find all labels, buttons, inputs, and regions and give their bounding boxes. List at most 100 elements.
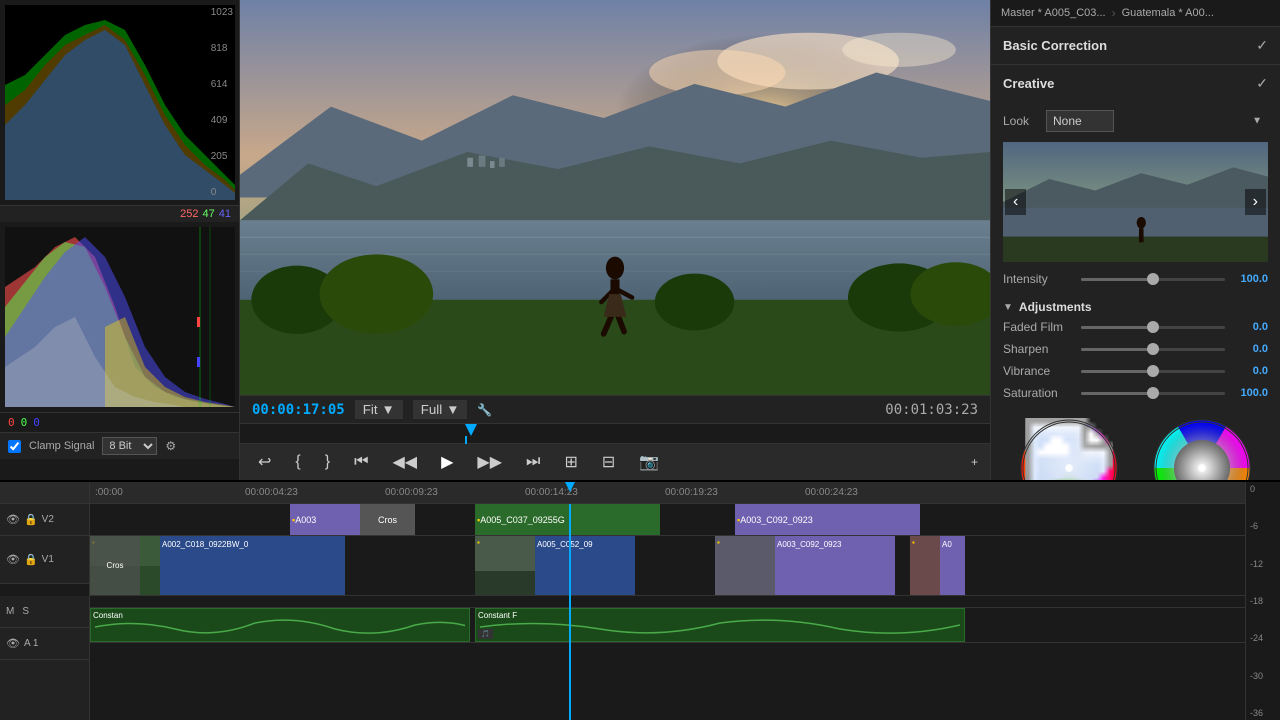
hist-label-0: 0	[211, 187, 233, 198]
faded-film-label: Faded Film	[1003, 320, 1073, 334]
sharpen-slider[interactable]	[1081, 348, 1225, 351]
clip-a005-c037-label: A005_C037_09255G	[480, 515, 565, 525]
audio-waveform-1	[95, 611, 465, 639]
adjustments-header[interactable]: ▼ Adjustments	[1003, 294, 1268, 320]
settings-icon[interactable]: ⚙	[165, 439, 176, 453]
timeline-ruler[interactable]: :00:00 00:00:04:23 00:00:09:23 00:00:14:…	[90, 482, 1245, 504]
db-0: 0	[1250, 484, 1276, 494]
track-separator	[90, 596, 1245, 608]
ruler-mark-2: 00:00:09:23	[385, 487, 438, 498]
look-preview-thumbnail: ‹ ›	[1003, 142, 1268, 262]
bit-depth-select[interactable]: 8 Bit 16 Bit 32 Bit	[102, 437, 157, 455]
cross-dissolve-label: Cros	[378, 515, 397, 525]
highlight-tint-wheel-container: Highlight Tint	[1152, 418, 1252, 480]
lock-v1-icon[interactable]: 🔒	[24, 553, 38, 566]
overwrite-button[interactable]: ⊟	[596, 450, 621, 474]
quality-chevron-icon: ▼	[446, 402, 459, 417]
shadow-tint-wheel[interactable]	[1019, 418, 1119, 480]
look-prev-button[interactable]: ‹	[1005, 189, 1026, 215]
track-content-area: ▪ A003 Cros ▪ A005_C037_09255G ▪ A003_C0…	[90, 504, 1245, 720]
hist-label-1023: 1023	[211, 7, 233, 18]
faded-film-thumb[interactable]	[1147, 321, 1159, 333]
saturation-row: Saturation 100.0	[1003, 386, 1268, 400]
playhead-line	[465, 436, 467, 444]
faded-film-fill	[1081, 326, 1153, 329]
highlight-tint-wheel[interactable]	[1152, 418, 1252, 480]
intensity-label: Intensity	[1003, 272, 1073, 286]
playback-track[interactable]	[240, 423, 990, 443]
intensity-value: 100.0	[1233, 273, 1268, 285]
faded-film-value: 0.0	[1233, 321, 1268, 333]
intensity-fill	[1081, 278, 1153, 281]
insert-button[interactable]: ⊞	[558, 450, 583, 474]
step-forward-button[interactable]: ▶▶	[471, 450, 508, 474]
eye-a1-icon[interactable]: 👁	[6, 637, 20, 650]
clamp-signal-checkbox[interactable]	[8, 440, 21, 453]
vibrance-thumb[interactable]	[1147, 365, 1159, 377]
camera-button[interactable]: 📷	[633, 450, 665, 474]
saturation-fill	[1081, 392, 1153, 395]
settings-wrench-icon[interactable]: 🔧	[477, 403, 492, 417]
preview-controls-bar: 00:00:17:05 Fit ▼ Full ▼ 🔧 00:01:03:23	[240, 395, 990, 423]
clip-cross-dissolve-v2[interactable]: Cros	[360, 504, 415, 535]
sharpen-label: Sharpen	[1003, 342, 1073, 356]
basic-correction-header[interactable]: Basic Correction ✓	[991, 27, 1280, 64]
saturation-slider[interactable]	[1081, 392, 1225, 395]
look-select[interactable]: None Cinematic Warm Cool	[1046, 110, 1114, 132]
basic-correction-section: Basic Correction ✓	[991, 27, 1280, 65]
clip-a003-c092-v1[interactable]: ▪ A003_C092_0923	[715, 536, 895, 595]
step-back-button[interactable]: ◀◀	[387, 450, 424, 474]
fit-label: Fit	[363, 402, 378, 417]
transport-bar: ↩ { } ⏮ ◀◀ ▶ ▶▶ ⏭ ⊞ ⊟ 📷 +	[240, 443, 990, 480]
quality-button[interactable]: Full ▼	[413, 400, 468, 419]
rgb-value-display: 252	[180, 208, 198, 220]
mark-in-button[interactable]: {	[289, 451, 306, 473]
intensity-slider[interactable]	[1081, 278, 1225, 281]
master-sequence-label[interactable]: Master * A005_C03...	[1001, 7, 1106, 19]
bottom-controls: Clamp Signal 8 Bit 16 Bit 32 Bit ⚙	[0, 432, 239, 459]
fit-chevron-icon: ▼	[382, 402, 395, 417]
lock-v2-icon[interactable]: 🔒	[24, 513, 38, 526]
clip-a003-right-v2[interactable]: ▪ A003_C092_0923	[735, 504, 920, 535]
fast-forward-button[interactable]: ⏭	[520, 451, 546, 473]
sharpen-value: 0.0	[1233, 343, 1268, 355]
creative-header[interactable]: Creative ✓	[991, 65, 1280, 102]
vibrance-slider[interactable]	[1081, 370, 1225, 373]
vibrance-value: 0.0	[1233, 365, 1268, 377]
ruler-spacer	[0, 482, 89, 504]
clip-a005-c052-v1[interactable]: ▪ A005_C052_09	[475, 536, 635, 595]
look-next-button[interactable]: ›	[1245, 189, 1266, 215]
saturation-thumb[interactable]	[1147, 387, 1159, 399]
intensity-thumb[interactable]	[1147, 273, 1159, 285]
audio-clip-2-label: Constant F	[478, 611, 517, 620]
eye-v1-icon[interactable]: 👁	[6, 553, 20, 566]
rgb-histogram: 1023 818 614 409 205 0	[5, 5, 235, 200]
saturation-label: Saturation	[1003, 386, 1073, 400]
sharpen-thumb[interactable]	[1147, 343, 1159, 355]
video-preview	[240, 0, 990, 395]
track-label-v2: 👁 🔒 V2	[0, 504, 89, 536]
s-label: S	[22, 606, 29, 617]
left-panel: 1023 818 614 409 205 0 252 47 41	[0, 0, 240, 480]
rewind-button[interactable]: ⏮	[348, 451, 374, 473]
current-timecode: 00:00:17:05	[252, 402, 345, 418]
sequence-label[interactable]: Guatemala * A00...	[1122, 7, 1214, 19]
hist-label-614: 614	[211, 79, 233, 90]
timeline-track-labels: 👁 🔒 V2 👁 🔒 V1 M S 👁 A 1	[0, 482, 90, 720]
loop-button[interactable]: ↩	[252, 450, 277, 474]
fit-button[interactable]: Fit ▼	[355, 400, 403, 419]
clip-cross-dissolve-v1-start[interactable]: Cros	[90, 536, 140, 595]
sharpen-fill	[1081, 348, 1153, 351]
v1-label: V1	[42, 554, 54, 565]
clip-a005-c037[interactable]: ▪ A005_C037_09255G	[475, 504, 660, 535]
mark-out-button[interactable]: }	[319, 451, 336, 473]
audio-clip-2[interactable]: Constant F 🎵	[475, 608, 965, 642]
clip-a0-far-right[interactable]: ▪ A0	[910, 536, 965, 595]
add-track-button[interactable]: +	[971, 455, 978, 469]
faded-film-row: Faded Film 0.0	[1003, 320, 1268, 334]
faded-film-slider[interactable]	[1081, 326, 1225, 329]
eye-v2-icon[interactable]: 👁	[6, 513, 20, 526]
play-button[interactable]: ▶	[435, 450, 459, 474]
track-label-v1: 👁 🔒 V1	[0, 536, 89, 584]
audio-clip-1[interactable]: Constan	[90, 608, 470, 642]
